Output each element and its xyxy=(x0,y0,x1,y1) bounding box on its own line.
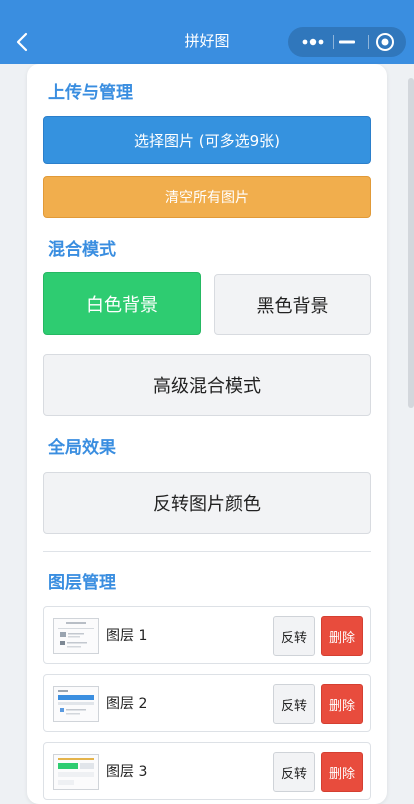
section-divider xyxy=(43,551,371,552)
more-button[interactable] xyxy=(296,27,330,57)
layer-row: 图层 1 反转 删除 xyxy=(43,606,371,664)
flip-layer-button[interactable]: 反转 xyxy=(273,684,315,724)
white-background-button[interactable]: 白色背景 xyxy=(43,272,201,335)
close-button[interactable] xyxy=(368,27,402,57)
layer-name: 图层 1 xyxy=(106,628,148,644)
clear-images-button[interactable]: 清空所有图片 xyxy=(43,176,371,218)
layer-thumbnail xyxy=(53,618,99,654)
target-close-icon xyxy=(376,33,394,51)
layer-row: 图层 2 反转 删除 xyxy=(43,674,371,732)
delete-layer-button[interactable]: 删除 xyxy=(321,616,363,656)
delete-layer-button[interactable]: 删除 xyxy=(321,684,363,724)
layer-thumbnail xyxy=(53,754,99,790)
scrollbar-thumb[interactable] xyxy=(408,78,414,408)
delete-layer-button[interactable]: 删除 xyxy=(321,752,363,792)
advanced-blend-button[interactable]: 高级混合模式 xyxy=(43,354,371,416)
black-background-button[interactable]: 黑色背景 xyxy=(214,274,371,335)
invert-colors-button[interactable]: 反转图片颜色 xyxy=(43,472,371,534)
select-images-button[interactable]: 选择图片 (可多选9张) xyxy=(43,116,371,164)
section-title-global: 全局效果 xyxy=(48,438,116,458)
more-dots-icon xyxy=(302,38,324,46)
flip-layer-button[interactable]: 反转 xyxy=(273,752,315,792)
flip-layer-button[interactable]: 反转 xyxy=(273,616,315,656)
capsule-menu xyxy=(288,27,406,57)
section-title-layers: 图层管理 xyxy=(48,573,116,593)
section-title-upload: 上传与管理 xyxy=(48,83,133,103)
layer-name: 图层 3 xyxy=(106,764,148,780)
layer-name: 图层 2 xyxy=(106,696,148,712)
title-bar: 拼好图 xyxy=(0,0,414,64)
minimize-icon xyxy=(339,40,355,44)
section-title-blend: 混合模式 xyxy=(48,240,116,260)
layer-thumbnail xyxy=(53,686,99,722)
minimize-button[interactable] xyxy=(330,27,364,57)
layer-row: 图层 3 反转 删除 xyxy=(43,742,371,800)
